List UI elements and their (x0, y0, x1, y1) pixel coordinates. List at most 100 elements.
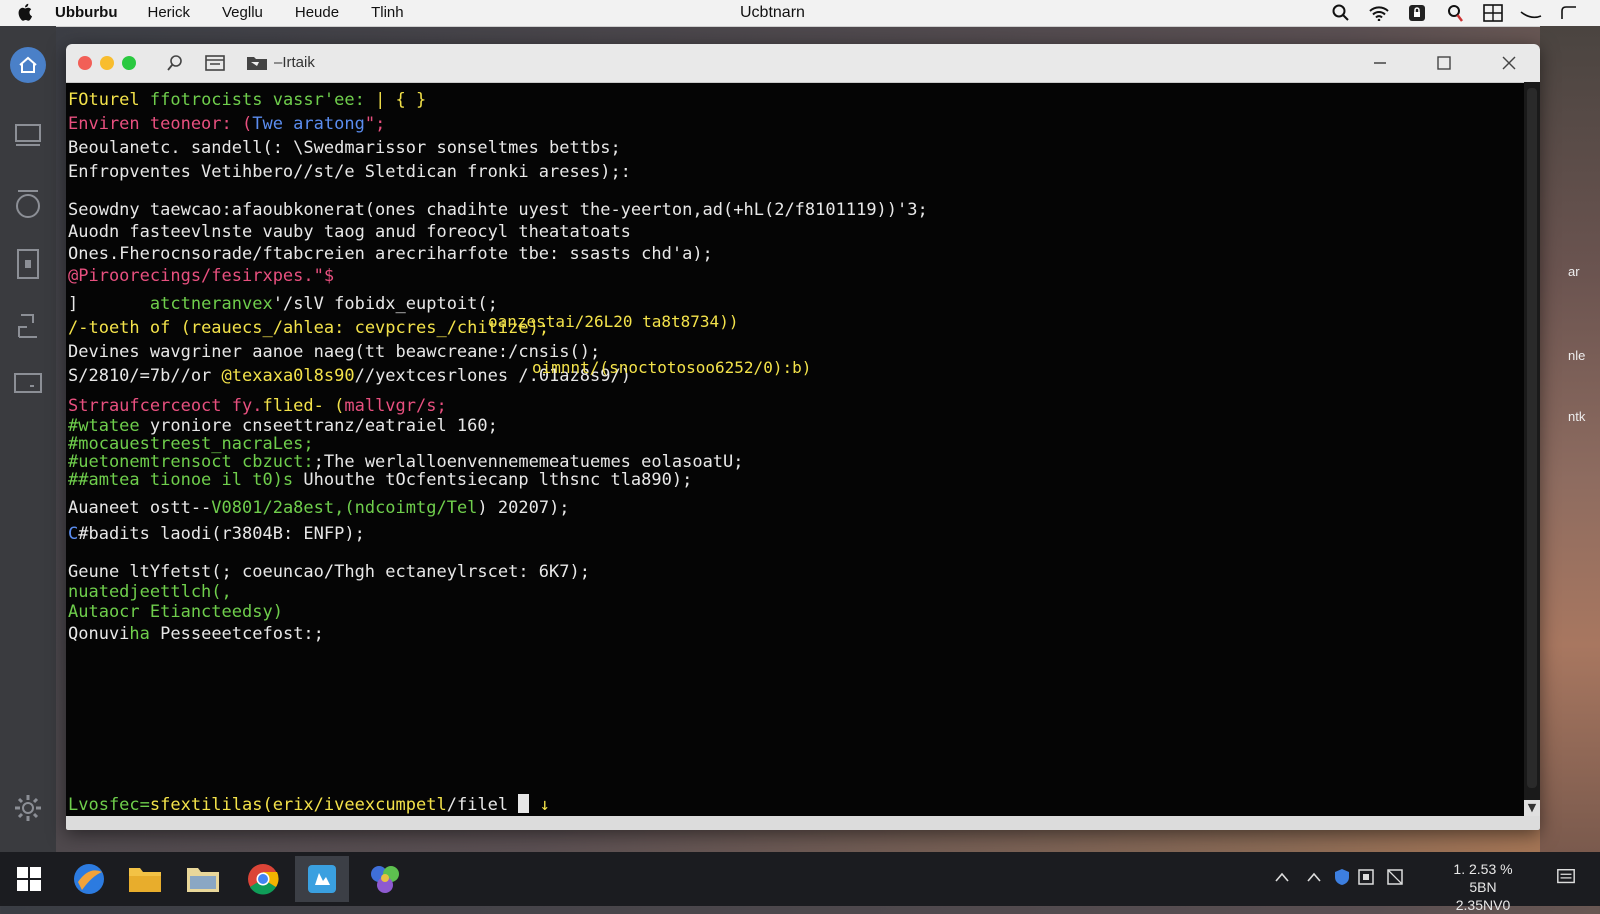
desktop-background: ar nle ntk (1540, 26, 1600, 852)
menu-item-2[interactable]: Herick (147, 0, 190, 26)
menu-item-5[interactable]: Tlinh (371, 0, 404, 26)
terminal-text-segment: C (68, 524, 79, 544)
background-text: nle (1568, 348, 1586, 363)
folder-icon[interactable] (246, 53, 268, 73)
terminal-text-segment: "; (364, 114, 386, 134)
terminal-line: Seowdny taewcao:afaoubkonerat(ones chadi… (68, 200, 928, 220)
terminal-line: #mocauestreest_nacraLes; (68, 434, 314, 454)
caret-up-icon[interactable] (1304, 866, 1324, 888)
maximize-icon[interactable] (1433, 53, 1455, 73)
terminal-text-segment: Auaneet ostt-- (68, 498, 212, 518)
device-icon[interactable] (1356, 866, 1376, 888)
notification-icon[interactable] (1556, 866, 1576, 888)
terminal-text-segment: Lvosfec= (68, 795, 150, 815)
terminal-line: Auaneet ostt--V0801/2a8est,(ndcoimtg/Tel… (68, 498, 570, 518)
terminal-text-segment: Autaocr Etiancteedsy) (68, 602, 283, 622)
zoom-dot-button[interactable] (122, 56, 136, 70)
terminal-text-segment: ##amtea tionoe il t0)s (68, 470, 294, 490)
search-icon[interactable] (164, 53, 186, 73)
terminal-text-segment: Qonuvi (68, 624, 130, 644)
terminal-line: nuatedjeettlch(, (68, 582, 232, 602)
terminal-text-segment: #badits laodi(r3804B: ENFP); (78, 524, 365, 544)
terminal-text-segment: V0801/2a8est, (211, 498, 345, 518)
horizontal-scrollbar[interactable] (66, 816, 1540, 830)
vertical-scrollbar[interactable]: ▼ (1524, 82, 1540, 816)
terminal-text-segment: Devines wavgriner aanoe naeg(tt beawcrea… (68, 342, 601, 362)
terminal-output[interactable]: FOturel ffotrocists vassr'ee: | { } Envir… (66, 82, 1524, 816)
scrollbar-thumb[interactable] (1527, 88, 1537, 788)
apple-logo-icon[interactable] (16, 2, 34, 22)
menu-item-3[interactable]: Vegllu (222, 0, 263, 26)
lock-icon[interactable] (1406, 3, 1428, 23)
minimize-dot-button[interactable] (100, 56, 114, 70)
windows-start-icon[interactable] (2, 856, 56, 902)
caret-up-icon[interactable] (1272, 866, 1292, 888)
shield-icon[interactable] (1332, 866, 1352, 888)
window-titlebar[interactable]: –Irtaik (66, 44, 1540, 83)
terminal-text-segment: '/slV fobidx_euptoit(; (272, 294, 498, 314)
minimize-icon[interactable] (1520, 3, 1542, 23)
settings-gear-icon[interactable] (10, 790, 46, 826)
minimize-icon[interactable] (1369, 53, 1391, 73)
terminal-overlay-text: oimnnt/(snoctotosoo6252/0):b) (532, 358, 812, 377)
terminal-text-segment: sfextililas( (149, 795, 273, 815)
circle-icon[interactable] (10, 186, 46, 222)
terminal-line: @Piroorecings/fesirxpes."$ (68, 266, 334, 286)
chrome-icon[interactable] (236, 856, 290, 902)
search-icon[interactable] (1330, 3, 1352, 23)
terminal-text-segment: @Piroorecings/fesirxpes."$ (68, 266, 335, 286)
window-icon[interactable] (204, 53, 226, 73)
folder-icon[interactable] (118, 856, 172, 902)
terminal-text-segment: yroniore cnseettranz/eatraiel 160; (139, 416, 498, 436)
terminal-text-segment: Ones.Fherocnsorade/ftabcreien arecriharf… (68, 244, 713, 264)
network-icon[interactable] (358, 856, 412, 902)
back-icon[interactable] (1558, 3, 1580, 23)
terminal-text-segment: ] (68, 294, 150, 314)
monitor-icon[interactable] (10, 118, 46, 154)
terminal-line: Enfropventes Vetihbero//st/e Sletdican f… (68, 162, 631, 182)
prompt-tail: ↓ (529, 795, 550, 815)
terminal-text-segment: ;The werlalloenvennememeatuemes eolasoat… (313, 452, 744, 472)
terminal-line: Auodn fasteevlnste vauby taog anud foreo… (68, 222, 631, 242)
close-icon[interactable] (1498, 53, 1520, 73)
explorer-icon[interactable] (176, 856, 230, 902)
terminal-line: Qonuviha Pesseeetcefost:; (68, 624, 324, 644)
terminal-text-segment: ) 20207); (477, 498, 570, 518)
clock-time: 1. 2.53 % (1453, 861, 1513, 877)
close-dot-button[interactable] (78, 56, 92, 70)
terminal-window: –Irtaik FOturel ffotrocists vassr'ee: | … (66, 44, 1540, 830)
document-icon[interactable] (10, 246, 46, 282)
terminal-line: #wtatee yroniore cnseettranz/eatraiel 16… (68, 416, 498, 436)
box-icon[interactable] (1385, 866, 1405, 888)
terminal-text-segment: Geune ltYfetst(; coeuncao/Thgh ectaneylr… (68, 562, 590, 582)
location-icon[interactable] (1444, 3, 1466, 23)
terminal-line: /-toeth of (reauecs_/ahlea: cevpcres_/ch… (68, 318, 549, 338)
menu-item-app[interactable]: Ubburbu (55, 0, 117, 26)
terminal-prompt[interactable]: Lvosfec=sfextililas(erix/iveexcumpetl/fi… (68, 794, 550, 815)
active-app-icon[interactable] (295, 856, 349, 902)
terminal-text-segment: mallvgr/s; (344, 396, 447, 416)
background-text: ar (1568, 264, 1580, 279)
terminal-text-segment: | { } (375, 90, 427, 110)
terminal-text-segment: #uetonemtrensoct cbzuct: (68, 452, 314, 472)
terminal-line: FOturel ffotrocists vassr'ee: | { } (68, 90, 426, 110)
menu-item-4[interactable]: Heude (295, 0, 339, 26)
menubar-title: Ucbtnarn (740, 4, 805, 21)
terminal-text-segment: ffotrocists vassr'ee: (139, 90, 376, 110)
text-cursor (518, 794, 530, 813)
terminal-text-segment: flied- ( (262, 396, 345, 416)
grid-icon[interactable] (1482, 3, 1504, 23)
terminal-text-segment: Enfropventes Vetihbero//st/e Sletdican f… (68, 162, 631, 182)
scroll-down-arrow-icon[interactable]: ▼ (1524, 800, 1540, 816)
terminal-text-segment: FOturel (68, 90, 140, 110)
phone-icon[interactable] (10, 308, 46, 344)
terminal-text-segment: Twe aratong (252, 114, 365, 134)
screen-icon[interactable] (10, 366, 46, 402)
terminal-text-segment: Pesseeetcefost:; (160, 624, 324, 644)
browser-icon[interactable] (62, 856, 116, 902)
wifi-icon[interactable] (1368, 3, 1390, 23)
terminal-line: Geune ltYfetst(; coeuncao/Thgh ectaneylr… (68, 562, 590, 582)
terminal-line: Enviren teoneor: (Twe aratong"; (68, 114, 385, 134)
home-icon[interactable] (10, 47, 46, 83)
terminal-text-segment: (ndcoimtg/Tel (344, 498, 478, 518)
